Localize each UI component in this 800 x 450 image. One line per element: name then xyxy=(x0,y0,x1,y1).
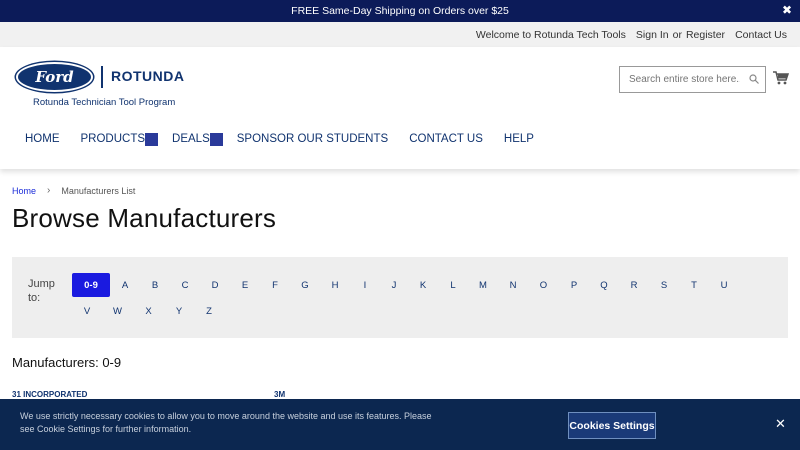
promo-text: FREE Same-Day Shipping on Orders over $2… xyxy=(291,5,509,17)
jump-to-label: Jump to: xyxy=(28,278,55,304)
site-header: Ford ROTUNDA Rotunda Technician Tool Pro… xyxy=(0,47,800,169)
search-input[interactable] xyxy=(620,67,740,92)
jump-letter-0-9[interactable]: 0-9 xyxy=(72,273,110,297)
jump-letter-c[interactable]: C xyxy=(170,273,200,297)
jump-letter-x[interactable]: X xyxy=(133,299,164,323)
jump-letter-r[interactable]: R xyxy=(619,273,649,297)
sign-in-link[interactable]: Sign In xyxy=(636,29,669,41)
nav-home-label: HOME xyxy=(25,133,60,145)
jump-to-panel: Jump to: 0-9 A B C D E F G H I J K L M N O P Q R S T U VWXYZ xyxy=(12,257,788,338)
breadcrumb: Home › Manufacturers List xyxy=(12,185,135,196)
nav-products[interactable]: PRODUCTS xyxy=(80,132,159,146)
contact-us-link[interactable]: Contact Us xyxy=(735,29,787,41)
cookie-text: We use strictly necessary cookies to all… xyxy=(20,411,432,434)
promo-close-icon[interactable]: ✖ xyxy=(782,3,792,17)
cookie-settings-button[interactable]: Cookies Settings xyxy=(568,412,656,439)
nav-contact[interactable]: CONTACT US xyxy=(409,133,483,145)
jump-letter-p[interactable]: P xyxy=(559,273,589,297)
jump-letter-y[interactable]: Y xyxy=(164,299,194,323)
jump-letter-s[interactable]: S xyxy=(649,273,679,297)
jump-letter-o[interactable]: O xyxy=(528,273,559,297)
breadcrumb-home-link[interactable]: Home xyxy=(12,186,36,196)
chevron-right-icon: › xyxy=(47,185,51,196)
jump-letter-e[interactable]: E xyxy=(230,273,260,297)
products-dropdown-icon[interactable] xyxy=(145,132,159,146)
welcome-text: Welcome to Rotunda Tech Tools xyxy=(475,28,626,41)
jump-letter-n[interactable]: N xyxy=(498,273,528,297)
jump-letter-a[interactable]: A xyxy=(110,273,140,297)
jump-letter-g[interactable]: G xyxy=(290,273,320,297)
jump-letter-i[interactable]: I xyxy=(350,273,380,297)
jump-letter-k[interactable]: K xyxy=(408,273,438,297)
top-links-bar: Welcome to Rotunda Tech Tools Sign In or… xyxy=(0,22,800,47)
breadcrumb-current: Manufacturers List xyxy=(61,185,136,196)
rotunda-logo-text[interactable]: ROTUNDA xyxy=(111,68,185,84)
jump-letter-f[interactable]: F xyxy=(260,273,290,297)
nav-home[interactable]: HOME xyxy=(25,133,60,145)
nav-sponsor[interactable]: SPONSOR OUR STUDENTS xyxy=(237,133,388,145)
nav-deals[interactable]: DEALS xyxy=(172,132,223,146)
cookie-banner: We use strictly necessary cookies to all… xyxy=(0,399,800,450)
jump-letter-t[interactable]: T xyxy=(679,273,709,297)
jump-letter-l[interactable]: L xyxy=(438,273,468,297)
jump-letter-h[interactable]: H xyxy=(320,273,350,297)
register-link[interactable]: Register xyxy=(686,29,725,41)
jump-letter-w[interactable]: W xyxy=(102,299,133,323)
jump-letter-b[interactable]: B xyxy=(140,273,170,297)
nav-help-label: HELP xyxy=(503,133,534,145)
jump-letter-j[interactable]: J xyxy=(380,273,408,297)
ford-logo[interactable]: Ford xyxy=(16,62,93,92)
search-box xyxy=(619,66,766,93)
nav-contact-label: CONTACT US xyxy=(409,133,483,145)
manufacturer-link[interactable]: 3M xyxy=(274,390,285,399)
jump-letter-v[interactable]: V xyxy=(72,299,102,323)
manufacturers-heading: Manufacturers: 0-9 xyxy=(12,355,122,370)
logo-subtitle: Rotunda Technician Tool Program xyxy=(33,97,176,108)
jump-letter-z[interactable]: Z xyxy=(194,299,224,323)
jump-letter-m[interactable]: M xyxy=(468,273,498,297)
promo-banner: FREE Same-Day Shipping on Orders over $2… xyxy=(0,0,800,22)
jump-letter-u[interactable]: U xyxy=(709,273,739,297)
nav-products-label: PRODUCTS xyxy=(80,133,146,145)
cart-icon[interactable] xyxy=(773,71,789,85)
nav-deals-label: DEALS xyxy=(172,133,210,145)
deals-dropdown-icon[interactable] xyxy=(209,132,223,146)
jump-letter-d[interactable]: D xyxy=(200,273,230,297)
manufacturer-list: 31 INCORPORATED 3M xyxy=(12,390,285,399)
manufacturer-link[interactable]: 31 INCORPORATED xyxy=(12,390,87,399)
nav-sponsor-label: SPONSOR OUR STUDENTS xyxy=(236,133,389,145)
logo-divider xyxy=(101,66,103,88)
main-nav: HOME PRODUCTS DEALS SPONSOR OUR STUDENTS… xyxy=(25,131,555,147)
page-title: Browse Manufacturers xyxy=(12,203,277,233)
jump-row-1: 0-9 A B C D E F G H I J K L M N O P Q R S T U xyxy=(72,273,739,297)
jump-row-2: VWXYZ xyxy=(72,299,224,323)
search-icon[interactable] xyxy=(749,74,759,84)
nav-help[interactable]: HELP xyxy=(504,133,534,145)
or-text: or xyxy=(672,28,682,41)
jump-letter-q[interactable]: Q xyxy=(589,273,619,297)
cookie-close-icon[interactable]: ✕ xyxy=(775,416,786,432)
